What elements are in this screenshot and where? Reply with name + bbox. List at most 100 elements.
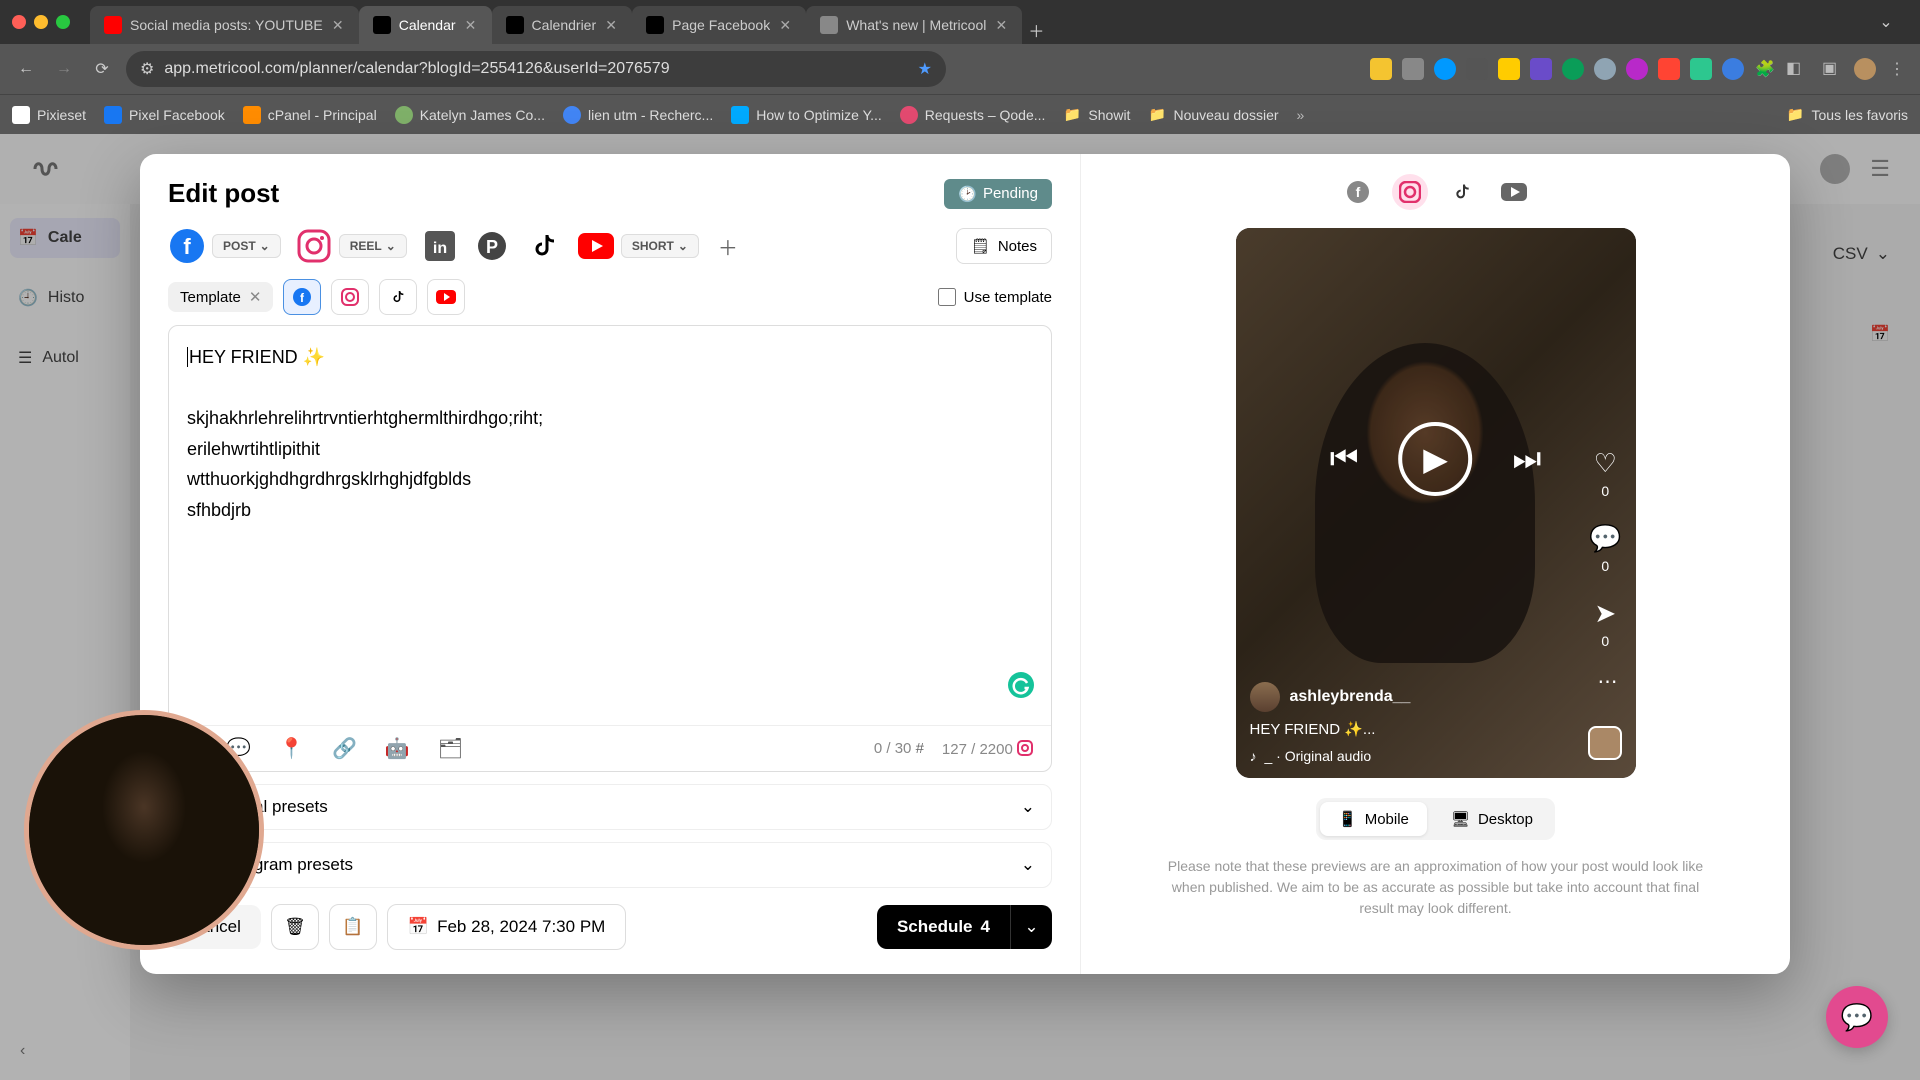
tab-calendar[interactable]: Calendar ✕ [359,6,492,44]
page-back-icon[interactable]: ‹ [20,1042,25,1060]
schedule-button[interactable]: Schedule 4 [877,905,1010,949]
caption-editor[interactable]: HEY FRIEND ✨ skjhakhrlehrelihrtrvntierht… [169,326,1051,725]
reel-user[interactable]: ashleybrenda__ [1250,682,1576,712]
maximize-window[interactable] [56,15,70,29]
platform-youtube[interactable]: SHORT⌄ [577,227,699,265]
tab-calendrier[interactable]: Calendrier ✕ [492,6,633,44]
add-platform-button[interactable]: ＋ [713,231,743,261]
like-button[interactable]: ♡0 [1594,448,1617,499]
youtube-type-select[interactable]: SHORT⌄ [621,234,699,258]
browser-menu-icon[interactable]: ⋮ [1886,58,1908,80]
next-button[interactable]: ⏭ [1513,440,1542,478]
mobile-toggle[interactable]: 📱Mobile [1320,802,1427,836]
tab-close-icon[interactable]: ✕ [604,18,618,32]
site-info-icon[interactable]: ⚙ [140,59,154,79]
mini-tab-facebook[interactable]: f [283,279,321,315]
url-input[interactable] [164,60,907,78]
location-button[interactable]: 📍 [279,736,304,761]
use-template-checkbox[interactable]: Use template [938,288,1052,306]
sidepanel-icon[interactable]: ◧ [1786,58,1812,80]
close-icon[interactable]: ✕ [249,288,262,306]
extension-icon[interactable] [1434,58,1456,80]
duplicate-button[interactable]: 📋 [329,904,377,950]
more-icon[interactable]: ⋯ [1598,669,1618,694]
date-picker-button[interactable]: 📅 Feb 28, 2024 7:30 PM [387,904,626,950]
support-chat-button[interactable]: 💬 [1826,986,1888,1048]
prev-button[interactable]: ⏮ [1330,440,1359,478]
extension-icon[interactable] [1402,58,1424,80]
tab-close-icon[interactable]: ✕ [464,18,478,32]
instagram-type-select[interactable]: REEL⌄ [339,234,407,258]
reload-button[interactable]: ⟳ [88,55,116,83]
mini-tab-tiktok[interactable] [379,279,417,315]
tiktok-icon[interactable] [525,227,563,265]
tab-close-icon[interactable]: ✕ [778,18,792,32]
tab-youtube-posts[interactable]: Social media posts: YOUTUBE ✕ [90,6,359,44]
extensions-icon[interactable]: 🧩 [1754,58,1776,80]
extension-icon[interactable] [1722,58,1744,80]
comment-button[interactable]: 💬0 [1589,523,1621,574]
extension-icon[interactable] [1466,58,1488,80]
tab-whats-new[interactable]: What's new | Metricool ✕ [806,6,1022,44]
tab-close-icon[interactable]: ✕ [994,18,1008,32]
link-button[interactable]: 🔗 [332,736,357,761]
address-bar[interactable]: ⚙ ★ [126,51,946,87]
forward-button[interactable]: → [50,55,78,83]
tab-close-icon[interactable]: ✕ [331,18,345,32]
grammarly-icon[interactable] [1007,671,1035,699]
global-presets-row[interactable]: ⚙️ Global presets ⌄ [168,784,1052,830]
linkedin-icon[interactable]: in [421,227,459,265]
extension-icon[interactable] [1658,58,1680,80]
play-button[interactable]: ▶ [1399,422,1473,496]
preview-tab-instagram[interactable] [1392,174,1428,210]
snippet-button[interactable]: 🗂 [438,736,463,761]
extension-icon[interactable] [1594,58,1616,80]
bookmark-optimize[interactable]: How to Optimize Y... [731,106,882,124]
extension-icon[interactable] [1690,58,1712,80]
use-template-input[interactable] [938,288,956,306]
bookmark-katelyn[interactable]: Katelyn James Co... [395,106,545,124]
mini-tab-instagram[interactable] [331,279,369,315]
bookmark-all-favorites[interactable]: 📁Tous les favoris [1787,106,1908,124]
reel-audio[interactable]: ♪_ · Original audio [1250,748,1576,764]
delete-button[interactable]: 🗑 [271,904,319,950]
bookmark-pixieset[interactable]: Pixieset [12,106,86,124]
platform-instagram[interactable]: REEL⌄ [295,227,407,265]
bookmark-qode[interactable]: Requests – Qode... [900,106,1046,124]
new-tab-button[interactable]: ＋ [1022,16,1050,44]
bookmark-nouveau-dossier[interactable]: 📁Nouveau dossier [1148,106,1278,124]
close-window[interactable] [12,15,26,29]
extension-icon[interactable] [1498,58,1520,80]
pinterest-icon[interactable]: P [473,227,511,265]
extension-icon[interactable] [1530,58,1552,80]
extension-icon[interactable] [1626,58,1648,80]
extension-icon[interactable] [1370,58,1392,80]
sidepanel-icon[interactable]: ▣ [1822,58,1844,80]
extension-icon[interactable] [1562,58,1584,80]
share-button[interactable]: ➤0 [1594,598,1616,649]
preview-tab-facebook[interactable]: f [1340,174,1376,210]
tab-page-facebook[interactable]: Page Facebook ✕ [632,6,806,44]
bookmark-showit[interactable]: 📁Showit [1063,106,1130,124]
mini-tab-youtube[interactable] [427,279,465,315]
ai-button[interactable]: 🤖 [385,736,410,761]
preview-tab-youtube[interactable] [1496,174,1532,210]
bookmark-pixel-facebook[interactable]: Pixel Facebook [104,106,225,124]
webcam-overlay[interactable] [24,710,264,950]
platform-facebook[interactable]: f POST⌄ [168,227,281,265]
audio-thumb[interactable] [1588,726,1622,760]
back-button[interactable]: ← [12,55,40,83]
profile-avatar[interactable] [1854,58,1876,80]
notes-button[interactable]: 🗒 Notes [956,228,1052,264]
bookmark-lien-utm[interactable]: lien utm - Recherc... [563,106,713,124]
bookmark-cpanel[interactable]: cPanel - Principal [243,106,377,124]
tab-list-button[interactable]: ⌄ [1872,8,1900,36]
facebook-type-select[interactable]: POST⌄ [212,234,281,258]
desktop-toggle[interactable]: 🖥Desktop [1433,802,1551,836]
preview-tab-tiktok[interactable] [1444,174,1480,210]
minimize-window[interactable] [34,15,48,29]
bookmark-star-icon[interactable]: ★ [918,59,932,79]
instagram-presets-row[interactable]: Instagram presets ⌄ [168,842,1052,888]
schedule-dropdown[interactable]: ⌄ [1010,905,1052,949]
template-chip[interactable]: Template ✕ [168,282,273,312]
